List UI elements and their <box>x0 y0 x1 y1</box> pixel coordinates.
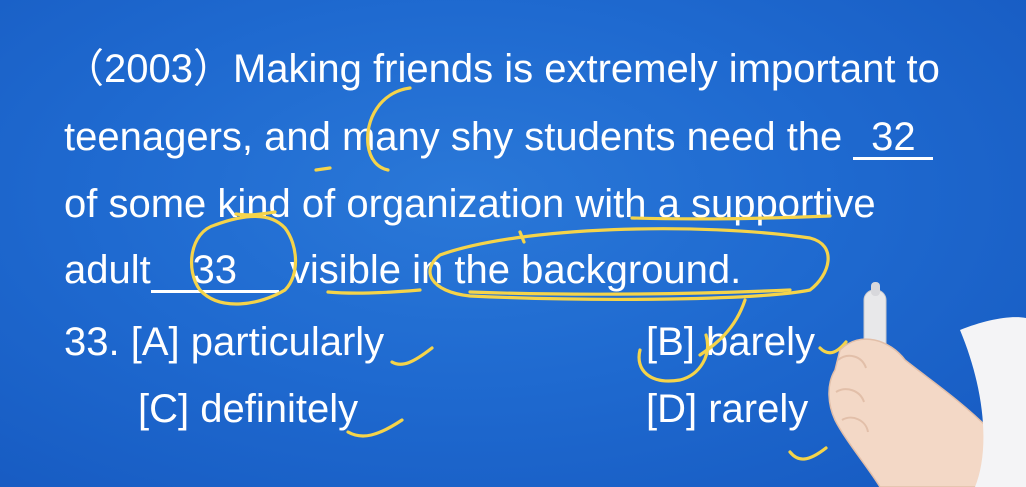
presenter-hand <box>828 282 1026 487</box>
lecture-slide: （2003）Making friends is extremely import… <box>0 0 1026 487</box>
